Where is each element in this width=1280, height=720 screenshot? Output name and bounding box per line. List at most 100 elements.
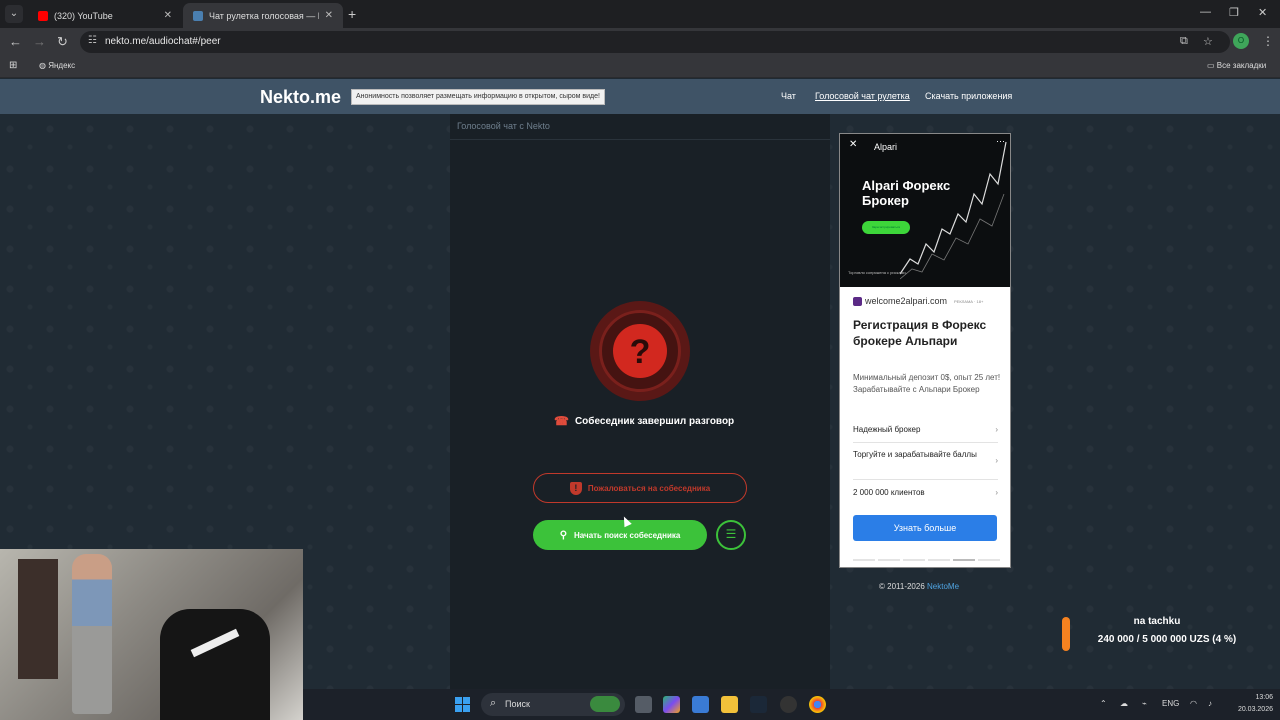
bookmark-yandex-label: Яндекс [48, 61, 76, 70]
profile-avatar[interactable]: O [1233, 33, 1249, 49]
site-info-icon[interactable]: ☷ [88, 35, 97, 46]
search-highlight-icon [590, 696, 620, 712]
ad-register-button[interactable]: Зарегистрироваться [862, 221, 910, 234]
ad-title[interactable]: Регистрация в Форекс брокере Альпари [853, 317, 1003, 349]
tab-label: Чат рулетка голосовая — Nek [209, 10, 319, 21]
chevron-right-icon: › [995, 488, 998, 497]
back-arrow-icon[interactable]: ← [9, 34, 22, 49]
ad-carousel-dot[interactable] [853, 559, 875, 561]
tab-label: (320) YouTube [54, 10, 113, 21]
ad-link-label: Торгуйте и зарабатывайте баллы [853, 450, 977, 459]
ad-learn-more-button[interactable]: Узнать больше [853, 515, 997, 541]
taskbar-search-label: Поиск [505, 699, 530, 709]
site-logo[interactable]: Nekto.me [260, 87, 341, 108]
nav-download-apps[interactable]: Скачать приложения [925, 91, 1012, 101]
notice-banner: Анонимность позволяет размещать информац… [351, 89, 605, 105]
browser-menu-icon[interactable]: ⋮ [1262, 34, 1274, 48]
ad-domain[interactable]: welcome2alpari.com [853, 296, 947, 306]
app-icon[interactable] [780, 696, 797, 713]
settings-sliders-button[interactable]: ☰ [716, 520, 746, 550]
tab-nekto[interactable]: Чат рулетка голосовая — Nek ✕ [183, 3, 343, 28]
chat-header-title: Голосовой чат с Nekto [457, 121, 550, 131]
ad-link-clients[interactable]: 2 000 000 клиентов › [853, 487, 998, 499]
tray-chevron-up-icon[interactable]: ⌃ [1100, 699, 1107, 708]
donation-title: na tachku [1133, 616, 1181, 627]
steam-icon[interactable] [750, 696, 767, 713]
hang-up-phone-icon: ☎ [554, 414, 569, 428]
chart-graphic-icon [900, 141, 1007, 280]
clock-time: 13:06 [1255, 694, 1273, 701]
ad-headline: Alpari Форекс Брокер [862, 178, 951, 208]
donation-widget: na tachku 240 000 / 5 000 000 UZS (4 %) [1062, 615, 1252, 653]
forward-arrow-icon[interactable]: → [33, 34, 46, 49]
ad-carousel-dot[interactable] [978, 559, 1000, 561]
wifi-icon[interactable]: ◠ [1190, 699, 1197, 708]
language-indicator[interactable]: ENG [1162, 699, 1179, 708]
volume-icon[interactable]: ♪ [1208, 699, 1212, 708]
bookmark-yandex[interactable]: ◍ Яндекс [39, 61, 75, 70]
advertisement[interactable]: ✕ Alpari ⋯ Alpari Форекс Брокер Зарегист… [839, 133, 1011, 568]
chat-header: Голосовой чат с Nekto [450, 114, 830, 140]
ad-banner-image[interactable]: ✕ Alpari ⋯ Alpari Форекс Брокер Зарегист… [840, 134, 1010, 287]
tab-close-icon[interactable]: ✕ [325, 10, 333, 21]
webcam-background [18, 559, 58, 679]
ad-more-icon[interactable]: ⋯ [996, 136, 1005, 147]
chevron-right-icon: › [995, 425, 998, 434]
start-search-button[interactable]: ⚲ Начать поиск собеседника [533, 520, 707, 550]
address-toolbar: ← → ↻ ☷ nekto.me/audiochat#/peer ⧉ ☆ O ⋮ [0, 28, 1280, 56]
voice-chat-panel: Голосовой чат с Nekto ? ☎ Собеседник зав… [450, 114, 830, 689]
alpari-logo-icon [853, 296, 862, 306]
bookmark-star-icon[interactable]: ☆ [1203, 35, 1213, 48]
url-field[interactable]: ☷ nekto.me/audiochat#/peer ⧉ ☆ [80, 31, 1230, 53]
report-peer-button[interactable]: ! Пожаловаться на собеседника [533, 473, 747, 503]
site-footer: © 2011-2026 NektoMe [879, 582, 959, 591]
search-icon: ⌕ [490, 697, 497, 709]
system-clock[interactable]: 13:06 20.03.2026 [1228, 692, 1273, 716]
ad-carousel-dot[interactable] [878, 559, 900, 561]
divider [853, 479, 998, 480]
nekto-favicon-icon [193, 10, 203, 21]
ad-carousel-dot[interactable] [903, 559, 925, 561]
youtube-icon [38, 10, 48, 21]
task-view-icon[interactable] [635, 696, 652, 713]
window-close-icon[interactable]: ✕ [1258, 6, 1267, 19]
ad-link-label: 2 000 000 клиентов [853, 488, 925, 497]
site-header: Nekto.me Анонимность позволяет размещать… [0, 79, 1280, 114]
ad-link-label: Надежный брокер [853, 425, 921, 434]
reload-icon[interactable]: ↻ [57, 34, 68, 50]
call-status-text: Собеседник завершил разговор [574, 415, 735, 427]
tab-search-chevron-icon[interactable]: ⌄ [5, 5, 23, 23]
chrome-icon[interactable] [809, 696, 826, 713]
user-search-icon: ⚲ [559, 529, 568, 541]
network-icon[interactable]: ⌁ [1142, 699, 1147, 708]
bookmarks-bar: ⊞ ◍ Яндекс ▭ Все закладки [0, 56, 1280, 78]
new-tab-plus-icon[interactable]: + [348, 6, 356, 22]
file-explorer-icon[interactable] [721, 696, 738, 713]
apps-grid-icon[interactable]: ⊞ [9, 60, 17, 71]
restore-icon[interactable]: ❐ [1229, 6, 1239, 19]
all-bookmarks[interactable]: ▭ Все закладки [1207, 61, 1266, 70]
tab-close-icon[interactable]: ✕ [164, 10, 172, 21]
windows-start-icon[interactable] [455, 697, 470, 712]
ad-link-trade[interactable]: Торгуйте и зарабатывайте баллы › [853, 449, 998, 465]
tab-youtube[interactable]: (320) YouTube ✕ [28, 3, 182, 28]
nav-voice-chat[interactable]: Голосовой чат рулетка [815, 91, 910, 101]
browser-tab-strip: ⌄ (320) YouTube ✕ Чат рулетка голосовая … [0, 0, 1280, 28]
store-icon[interactable] [692, 696, 709, 713]
ad-description: Минимальный депозит 0$, опыт 25 лет! Зар… [853, 373, 1001, 394]
ad-brand: Alpari [874, 142, 898, 152]
close-ad-x-icon[interactable]: ✕ [849, 139, 857, 150]
cloud-icon[interactable]: ☁ [1120, 699, 1128, 708]
donation-amount: 240 000 / 5 000 000 UZS (4 %) [1097, 634, 1237, 645]
chevron-right-icon: › [995, 456, 998, 465]
ad-carousel-dot[interactable] [953, 559, 975, 561]
nav-chat[interactable]: Чат [781, 91, 796, 101]
taskbar-search[interactable]: ⌕ Поиск [481, 693, 625, 716]
install-app-icon[interactable]: ⧉ [1180, 35, 1188, 48]
ad-link-reliable[interactable]: Надежный брокер › [853, 424, 998, 436]
ad-carousel-dot[interactable] [928, 559, 950, 561]
m365-icon[interactable] [663, 696, 680, 713]
minimize-icon[interactable]: — [1200, 6, 1211, 18]
ad-tag: РЕКЛАМА · 18+ [954, 299, 984, 304]
footer-link[interactable]: NektoMe [927, 582, 959, 591]
